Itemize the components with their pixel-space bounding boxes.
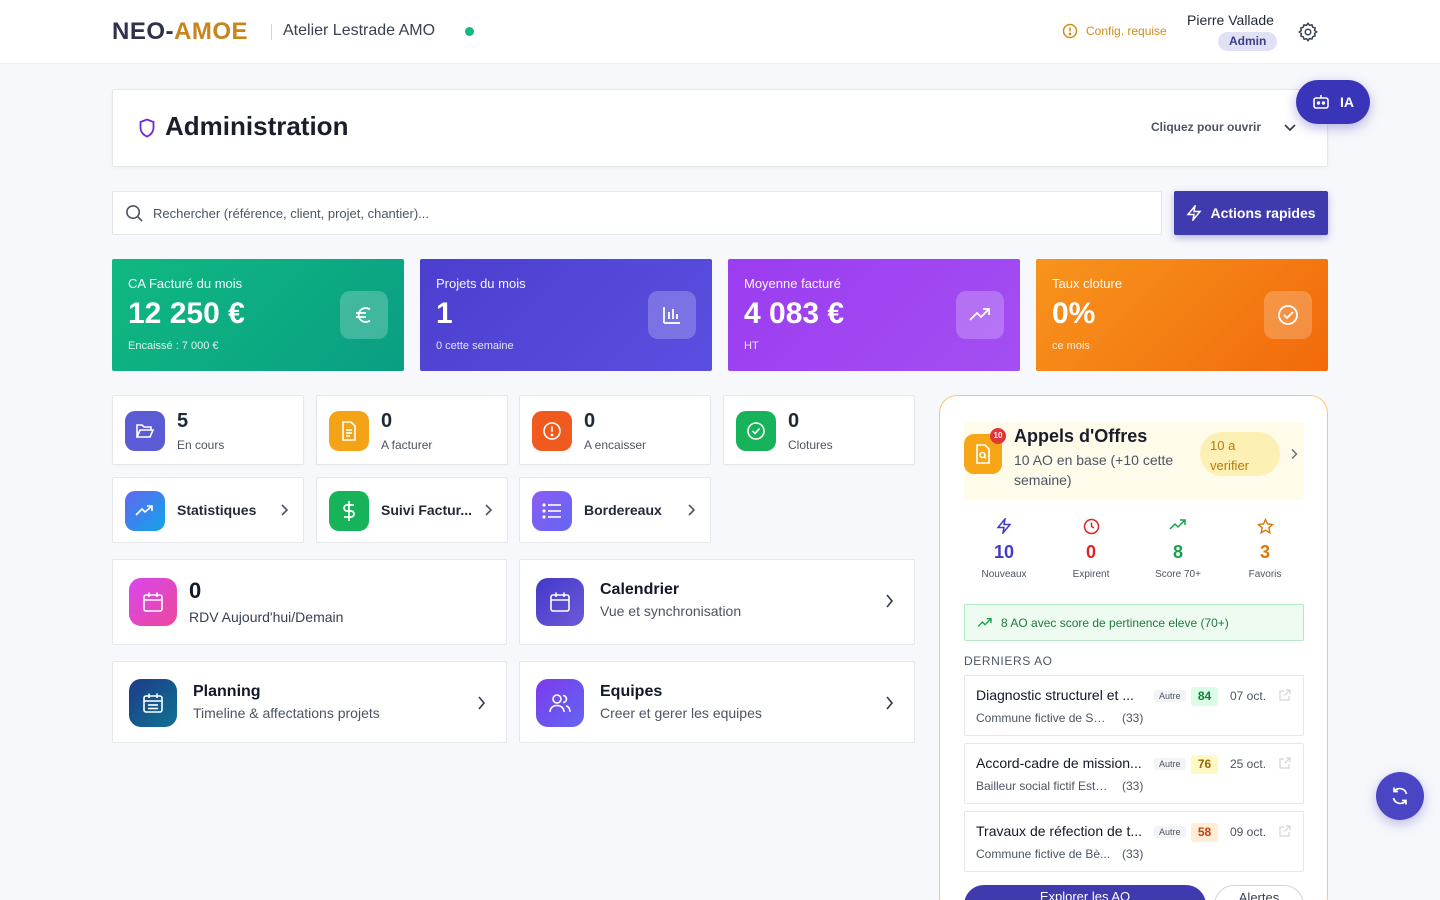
ao-category-tag: Autre [1154,758,1186,770]
trend-up-icon [1169,519,1186,530]
document-icon [342,421,356,441]
chevron-down-icon[interactable] [1281,118,1299,136]
trend-up-icon [977,617,992,627]
kpi-ca-facture[interactable]: CA Facturé du mois 12 250 € Encaissé : 7… [112,259,404,371]
calendar-grid-icon [143,693,163,713]
ao-score-badge: 76 [1191,755,1218,774]
check-circle-icon [1278,305,1298,325]
search-input[interactable] [153,192,1143,234]
admin-title: Administration [165,111,349,141]
quick-actions-button[interactable]: Actions rapides [1174,191,1328,235]
list-icon [542,503,561,519]
search-icon [126,205,143,222]
refresh-button[interactable] [1376,772,1424,820]
clock-icon [1083,518,1099,535]
ao-list-item[interactable]: Accord-cadre de mission... Autre 76 25 o… [964,743,1304,804]
calendar-icon [143,592,163,612]
lightning-icon [1186,205,1203,221]
ia-assistant-button[interactable]: IA [1296,80,1370,124]
stat-a-encaisser[interactable]: 0 A encaisser [519,395,711,465]
admin-open-hint: Cliquez pour ouvrir [1151,120,1262,134]
online-status-dot [465,27,474,36]
external-link-icon[interactable] [1279,689,1291,701]
chevron-right-icon [886,594,894,608]
calendar-card[interactable]: Calendrier Vue et synchronisation [519,559,915,645]
top-header: NEO-AMOE Atelier Lestrade AMO Config. re… [0,0,1440,64]
chevron-right-icon [281,504,289,516]
trend-up-icon [135,505,153,516]
role-badge: Admin [1218,32,1278,51]
bar-chart-icon [663,307,680,324]
administration-panel[interactable]: Administration Cliquez pour ouvrir [112,89,1328,167]
tenders-panel: 10 Appels d'Offres 10 AO en base (+10 ce… [939,395,1328,900]
organization-name: Atelier Lestrade AMO [283,22,436,39]
warning-circle-icon [1062,23,1078,39]
tenders-count-badge: 10 [990,428,1006,444]
metric-expirent[interactable]: 0 Expirent [1046,518,1136,580]
metric-favoris[interactable]: 3 Favoris [1220,518,1310,580]
metric-score-70[interactable]: 8 Score 70+ [1133,518,1223,580]
kpi-projets-mois[interactable]: Projets du mois 1 0 cette semaine [420,259,712,371]
link-bordereaux[interactable]: Bordereaux [519,477,711,543]
settings-gear-icon[interactable] [1297,21,1319,43]
search-bar [112,191,1162,235]
teams-card[interactable]: Equipes Creer et gerer les equipes [519,661,915,743]
ao-category-tag: Autre [1154,690,1186,702]
alerts-button[interactable]: Alertes [1214,885,1304,900]
lightning-icon [996,518,1012,534]
chevron-right-icon [886,696,894,710]
to-verify-pill[interactable]: 10 a verifier [1200,432,1280,476]
link-suivi-facturation[interactable]: Suivi Factur... [316,477,508,543]
robot-icon [1313,95,1329,109]
high-score-alert[interactable]: 8 AO avec score de pertinence eleve (70+… [964,604,1304,641]
euro-icon [356,307,371,323]
external-link-icon[interactable] [1279,757,1291,769]
refresh-icon [1392,787,1408,805]
ao-list-item[interactable]: Travaux de réfection de t... Autre 58 09… [964,811,1304,872]
tenders-description: 10 AO en base (+10 cette semaine) [1014,452,1174,488]
brand-logo[interactable]: NEO-AMOE [112,18,248,46]
chevron-right-icon [1291,448,1298,460]
ao-score-badge: 58 [1191,823,1218,842]
tenders-title: Appels d'Offres [1014,426,1148,446]
chevron-right-icon [478,696,486,710]
kpi-taux-cloture[interactable]: Taux cloture 0% ce mois [1036,259,1328,371]
dollar-icon [343,501,355,521]
trend-up-icon [969,308,990,321]
user-name[interactable]: Pierre Vallade [1187,12,1274,28]
external-link-icon[interactable] [1279,825,1291,837]
metric-nouveaux[interactable]: 10 Nouveaux [959,518,1049,580]
explore-ao-button[interactable]: Explorer les AO [964,885,1206,900]
users-icon [549,694,571,713]
brand-separator [271,24,272,40]
shield-icon [139,118,155,138]
config-warning-link[interactable]: Config. requise [1062,23,1167,39]
kpi-moyenne-facture[interactable]: Moyenne facturé 4 083 € HT [728,259,1020,371]
check-circle-icon [747,422,765,440]
chevron-right-icon [485,504,493,516]
stat-clotures[interactable]: 0 Clotures [723,395,915,465]
alert-circle-icon [543,422,561,440]
rdv-card[interactable]: 0 RDV Aujourd'hui/Demain [112,559,507,645]
folder-open-icon [135,424,155,438]
chevron-right-icon [688,504,696,516]
stat-a-facturer[interactable]: 0 A facturer [316,395,508,465]
document-search-icon [976,444,990,464]
ao-category-tag: Autre [1154,826,1186,838]
star-icon [1256,518,1274,535]
tenders-header[interactable]: 10 Appels d'Offres 10 AO en base (+10 ce… [964,422,1304,500]
planning-card[interactable]: Planning Timeline & affectations projets [112,661,507,743]
stat-en-cours[interactable]: 5 En cours [112,395,304,465]
ao-list-item[interactable]: Diagnostic structurel et ... Autre 84 07… [964,675,1304,736]
latest-ao-heading: DERNIERS AO [964,654,1053,668]
ao-score-badge: 84 [1191,687,1218,706]
calendar-icon [550,592,570,612]
link-statistiques[interactable]: Statistiques [112,477,304,543]
